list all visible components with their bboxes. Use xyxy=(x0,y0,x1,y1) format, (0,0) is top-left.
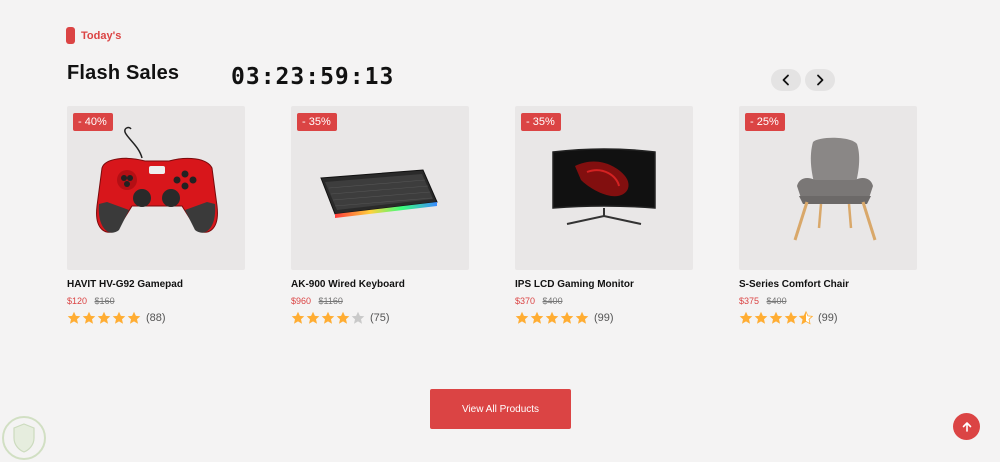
product-name[interactable]: S-Series Comfort Chair xyxy=(739,279,917,290)
product-name[interactable]: AK-900 Wired Keyboard xyxy=(291,279,469,290)
chevron-left-icon xyxy=(782,74,789,86)
star-filled-icon xyxy=(336,311,350,324)
price-row: $960 $1160 xyxy=(291,296,469,306)
star-empty-icon xyxy=(351,311,365,324)
star-filled-icon xyxy=(306,311,320,324)
current-price: $960 xyxy=(291,296,312,306)
product-card[interactable]: - 35% AK-900 Wired Keyboard $960 $1160 (… xyxy=(291,106,469,325)
old-price: $1160 xyxy=(318,296,343,306)
star-filled-icon xyxy=(739,311,753,324)
old-price: $160 xyxy=(94,296,115,306)
product-name[interactable]: HAVIT HV-G92 Gamepad xyxy=(67,279,245,290)
section-tag: Today's xyxy=(66,27,121,44)
arrow-up-icon xyxy=(962,421,971,432)
star-filled-icon xyxy=(530,311,544,324)
product-image-area[interactable]: - 25% xyxy=(739,106,917,270)
star-filled-icon xyxy=(754,311,768,324)
old-price: $400 xyxy=(542,296,563,306)
price-row: $370 $400 xyxy=(515,296,693,306)
star-filled-icon xyxy=(291,311,305,324)
chevron-right-icon xyxy=(817,74,824,86)
star-filled-icon xyxy=(575,311,589,324)
section-tag-bar xyxy=(66,27,75,44)
section-title: Flash Sales xyxy=(67,62,180,84)
star-filled-icon xyxy=(97,311,111,324)
star-filled-icon xyxy=(67,311,81,324)
price-row: $375 $400 xyxy=(739,296,917,306)
rating-row: (88) xyxy=(67,311,245,325)
view-all-products-button[interactable]: View All Products xyxy=(430,389,571,429)
current-price: $370 xyxy=(515,296,536,306)
carousel-prev-button[interactable] xyxy=(771,69,801,91)
product-card[interactable]: - 35% IPS LCD Gaming Monitor $370 $400 (… xyxy=(515,106,693,325)
rating-row: (99) xyxy=(515,311,693,325)
countdown-timer: 03:23:59:13 xyxy=(231,64,395,90)
shield-watermark-icon xyxy=(2,416,46,460)
product-name[interactable]: IPS LCD Gaming Monitor xyxy=(515,279,693,290)
review-count: (75) xyxy=(370,312,390,324)
star-filled-icon xyxy=(321,311,335,324)
star-filled-icon xyxy=(82,311,96,324)
product-image-area[interactable]: - 40% xyxy=(67,106,245,270)
product-image-area[interactable]: - 35% xyxy=(515,106,693,270)
star-filled-icon xyxy=(784,311,798,324)
star-filled-icon xyxy=(112,311,126,324)
section-tag-label: Today's xyxy=(81,29,122,42)
product-card[interactable]: - 25% S-Series Comfort Chair $375 $400 (… xyxy=(739,106,917,325)
rating-row: (75) xyxy=(291,311,469,325)
review-count: (99) xyxy=(594,312,614,324)
discount-badge: - 35% xyxy=(297,113,337,131)
star-filled-icon xyxy=(545,311,559,324)
star-filled-icon xyxy=(560,311,574,324)
current-price: $120 xyxy=(67,296,88,306)
old-price: $400 xyxy=(766,296,787,306)
product-image-area[interactable]: - 35% xyxy=(291,106,469,270)
star-filled-icon xyxy=(769,311,783,324)
current-price: $375 xyxy=(739,296,760,306)
star-half-icon xyxy=(799,311,813,325)
discount-badge: - 40% xyxy=(73,113,113,131)
star-filled-icon xyxy=(515,311,529,324)
review-count: (99) xyxy=(818,312,838,324)
flash-sales-page: Today's Flash Sales 03:23:59:13 - 40% HA… xyxy=(0,0,1000,462)
scroll-to-top-button[interactable] xyxy=(953,413,980,440)
rating-row: (99) xyxy=(739,311,917,325)
discount-badge: - 25% xyxy=(745,113,785,131)
discount-badge: - 35% xyxy=(521,113,561,131)
price-row: $120 $160 xyxy=(67,296,245,306)
star-filled-icon xyxy=(127,311,141,324)
carousel-next-button[interactable] xyxy=(805,69,835,91)
product-card[interactable]: - 40% HAVIT HV-G92 Gamepad $120 $160 (88… xyxy=(67,106,245,325)
review-count: (88) xyxy=(146,312,166,324)
